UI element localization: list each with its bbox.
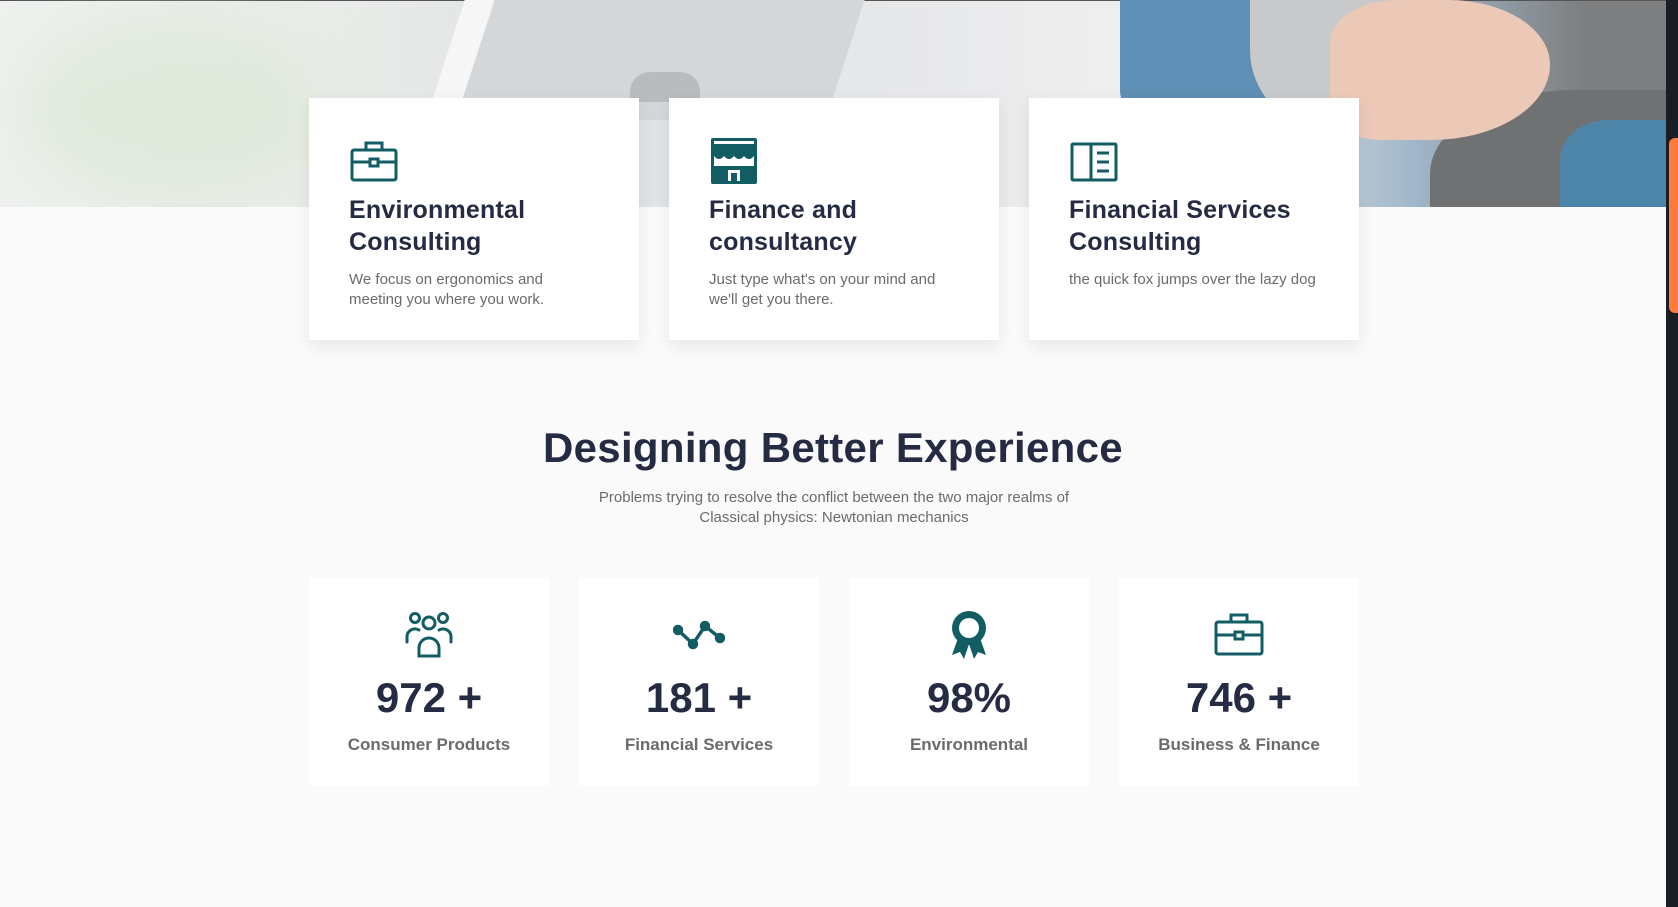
- service-card-environmental[interactable]: Environmental Consulting We focus on erg…: [309, 98, 639, 340]
- stat-label: Consumer Products: [347, 735, 511, 754]
- book-icon: [1070, 142, 1118, 182]
- scrollbar-thumb[interactable]: [1669, 138, 1678, 313]
- services-row: Environmental Consulting We focus on erg…: [309, 98, 1359, 340]
- service-description: Just type what's on your mind and we'll …: [709, 271, 936, 308]
- section-subtitle: Problems trying to resolve the conflict …: [598, 489, 1070, 526]
- stat-label: Financial Services: [624, 735, 774, 754]
- trend-line-icon: [673, 620, 725, 650]
- service-description: We focus on ergonomics and meeting you w…: [349, 271, 545, 308]
- section-title: Designing Better Experience: [543, 424, 1123, 471]
- service-title: Financial Services Consulting: [1069, 196, 1291, 256]
- users-icon: [405, 612, 453, 658]
- stats-row: 972 + Consumer Products 181 + Financial …: [309, 578, 1359, 786]
- service-title: Finance and consultancy: [709, 196, 858, 256]
- service-card-financial-services[interactable]: Financial Services Consulting the quick …: [1029, 98, 1359, 340]
- storefront-icon: [711, 138, 757, 184]
- stat-label: Environmental: [909, 735, 1029, 754]
- stat-card-financial-services: 181 + Financial Services: [579, 578, 819, 786]
- service-card-finance[interactable]: Finance and consultancy Just type what's…: [669, 98, 999, 340]
- stat-value: 972 +: [375, 674, 483, 721]
- stat-value: 746 +: [1185, 674, 1293, 721]
- scrollbar-track[interactable]: [1666, 0, 1678, 907]
- award-icon: [952, 611, 986, 659]
- page: Environmental Consulting We focus on erg…: [0, 0, 1678, 907]
- stat-card-environmental: 98% Environmental: [849, 578, 1089, 786]
- service-description: the quick fox jumps over the lazy dog: [1069, 271, 1316, 288]
- briefcase-icon: [1214, 613, 1264, 656]
- briefcase-icon: [350, 141, 398, 182]
- stat-card-business-finance: 746 + Business & Finance: [1119, 578, 1359, 786]
- service-title: Environmental Consulting: [349, 196, 526, 256]
- stat-label: Business & Finance: [1158, 735, 1320, 754]
- stat-value: 181 +: [645, 674, 753, 721]
- stat-card-consumer-products: 972 + Consumer Products: [309, 578, 549, 786]
- stat-value: 98%: [926, 674, 1012, 721]
